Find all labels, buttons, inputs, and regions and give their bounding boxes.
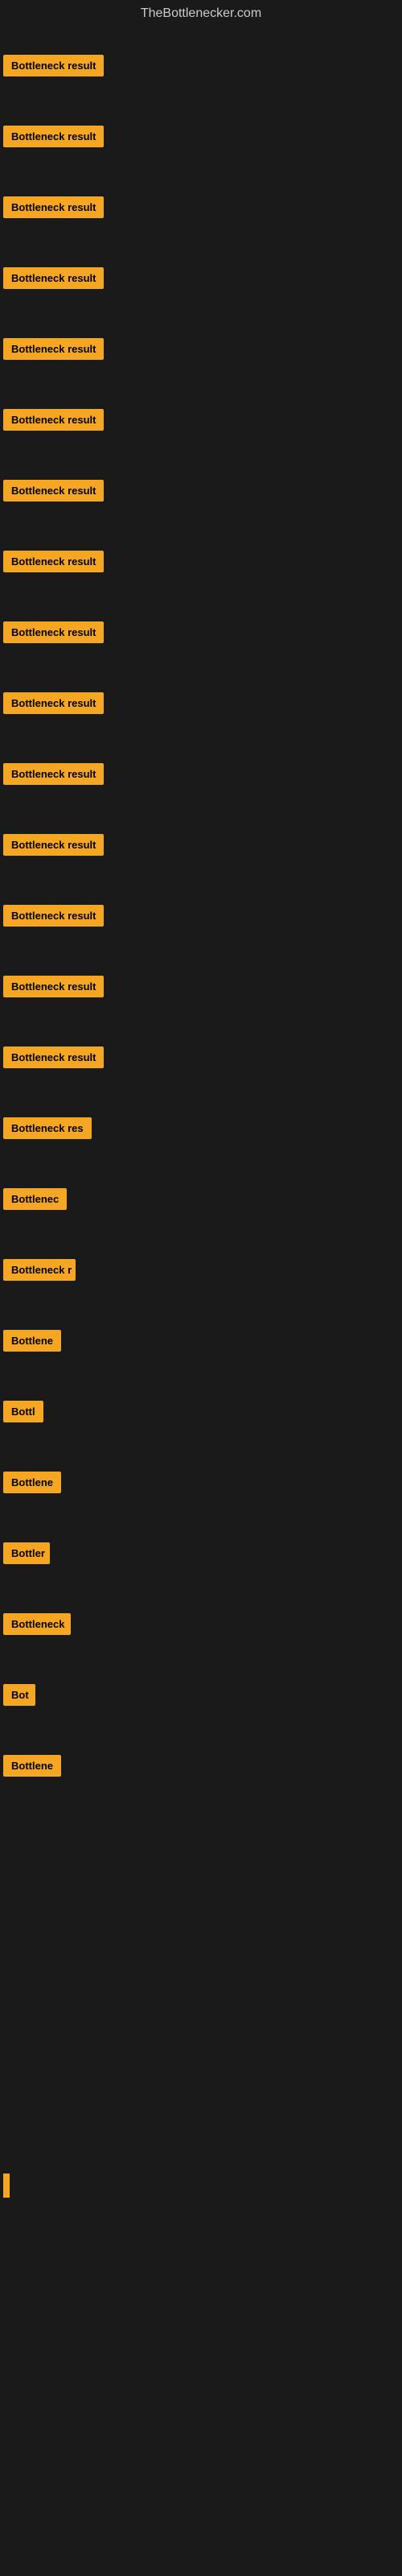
card-row: Bottlenec — [0, 1188, 402, 1214]
card-row: Bot — [0, 1684, 402, 1710]
card-row: Bottlene — [0, 1755, 402, 1781]
bottleneck-result-badge: Bottleneck — [3, 1613, 71, 1635]
card-row: Bottleneck — [0, 1613, 402, 1639]
card-row: Bottleneck res — [0, 1117, 402, 1143]
card-row: Bottleneck result — [0, 196, 402, 222]
bottleneck-result-badge: Bottlenec — [3, 1188, 67, 1210]
card-row: Bottleneck result — [0, 834, 402, 860]
bottleneck-result-badge: Bot — [3, 1684, 35, 1706]
card-row: Bottleneck result — [0, 409, 402, 435]
card-row: Bottleneck result — [0, 480, 402, 506]
card-row: Bottleneck result — [0, 338, 402, 364]
card-row: Bottleneck result — [0, 551, 402, 576]
small-indicator — [3, 2174, 10, 2198]
bottleneck-result-badge: Bottleneck result — [3, 1046, 104, 1068]
bottleneck-result-badge: Bottleneck result — [3, 621, 104, 643]
bottleneck-result-badge: Bottleneck result — [3, 126, 104, 147]
bottleneck-result-badge: Bottleneck r — [3, 1259, 76, 1281]
bottleneck-result-badge: Bottlene — [3, 1330, 61, 1352]
card-row: Bottleneck result — [0, 126, 402, 151]
card-row: Bottlene — [0, 1472, 402, 1497]
card-row: Bottler — [0, 1542, 402, 1568]
bottleneck-result-badge: Bottleneck result — [3, 267, 104, 289]
card-row: Bottleneck result — [0, 1046, 402, 1072]
bottleneck-result-badge: Bottleneck result — [3, 551, 104, 572]
card-row: Bottl — [0, 1401, 402, 1426]
card-row: Bottleneck result — [0, 267, 402, 293]
bottleneck-result-badge: Bottleneck result — [3, 196, 104, 218]
bottleneck-result-badge: Bottleneck result — [3, 338, 104, 360]
bottleneck-result-badge: Bottleneck result — [3, 976, 104, 997]
bottleneck-result-badge: Bottleneck res — [3, 1117, 92, 1139]
card-row: Bottleneck result — [0, 692, 402, 718]
card-row: Bottleneck result — [0, 905, 402, 931]
bottleneck-result-badge: Bottleneck result — [3, 480, 104, 502]
bottleneck-result-badge: Bottler — [3, 1542, 50, 1564]
bottleneck-result-badge: Bottlene — [3, 1755, 61, 1777]
bottleneck-result-badge: Bottleneck result — [3, 55, 104, 76]
bottleneck-result-badge: Bottleneck result — [3, 834, 104, 856]
bottleneck-result-badge: Bottleneck result — [3, 763, 104, 785]
card-row: Bottleneck r — [0, 1259, 402, 1285]
bottleneck-result-badge: Bottlene — [3, 1472, 61, 1493]
card-row: Bottleneck result — [0, 621, 402, 647]
site-title: TheBottlenecker.com — [0, 0, 402, 31]
card-row: Bottlene — [0, 1330, 402, 1356]
card-row: Bottleneck result — [0, 55, 402, 80]
card-row: Bottleneck result — [0, 763, 402, 789]
bottleneck-result-badge: Bottleneck result — [3, 905, 104, 927]
bottleneck-result-badge: Bottleneck result — [3, 409, 104, 431]
card-row: Bottleneck result — [0, 976, 402, 1001]
bottleneck-result-badge: Bottleneck result — [3, 692, 104, 714]
bottleneck-result-badge: Bottl — [3, 1401, 43, 1422]
